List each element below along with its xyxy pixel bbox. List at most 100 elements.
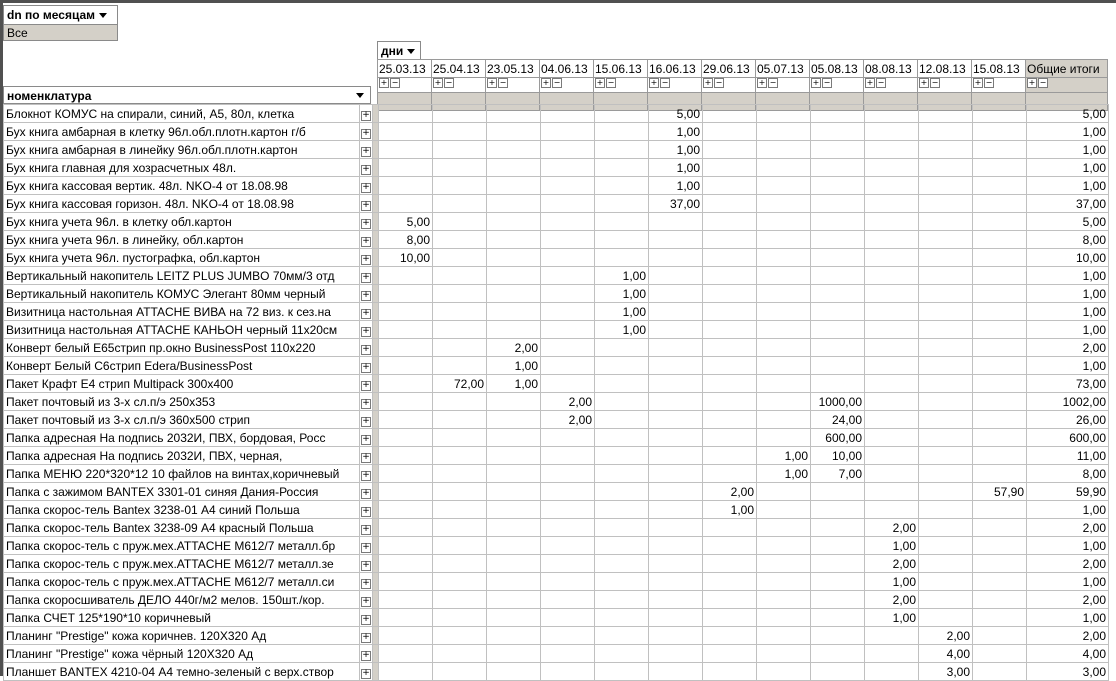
value-cell[interactable]: 1,00 bbox=[648, 140, 703, 159]
value-cell[interactable] bbox=[432, 644, 487, 663]
value-cell[interactable] bbox=[864, 266, 919, 285]
value-cell[interactable] bbox=[594, 356, 649, 375]
value-cell[interactable] bbox=[378, 500, 433, 519]
value-cell[interactable]: 7,00 bbox=[810, 464, 865, 483]
value-cell[interactable]: 2,00 bbox=[918, 626, 973, 645]
value-cell[interactable] bbox=[972, 338, 1027, 357]
expand-icon[interactable]: + bbox=[361, 633, 371, 643]
value-cell[interactable] bbox=[648, 644, 703, 663]
row-total-cell[interactable]: 1002,00 bbox=[1026, 392, 1109, 411]
value-cell[interactable] bbox=[594, 446, 649, 465]
value-cell[interactable] bbox=[540, 230, 595, 249]
value-cell[interactable]: 2,00 bbox=[540, 392, 595, 411]
value-cell[interactable] bbox=[756, 158, 811, 177]
value-cell[interactable] bbox=[648, 572, 703, 591]
value-cell[interactable] bbox=[648, 374, 703, 393]
value-cell[interactable] bbox=[972, 464, 1027, 483]
expand-icon[interactable]: + bbox=[361, 453, 371, 463]
value-cell[interactable] bbox=[648, 410, 703, 429]
row-label[interactable]: Папка МЕНЮ 220*320*12 10 файлов на винта… bbox=[3, 464, 360, 483]
row-total-cell[interactable]: 1,00 bbox=[1026, 302, 1109, 321]
value-cell[interactable] bbox=[864, 248, 919, 267]
value-cell[interactable] bbox=[648, 446, 703, 465]
date-column-header[interactable]: 12.08.13 bbox=[917, 59, 972, 78]
value-cell[interactable]: 57,90 bbox=[972, 482, 1027, 501]
value-cell[interactable] bbox=[378, 284, 433, 303]
value-cell[interactable] bbox=[378, 554, 433, 573]
value-cell[interactable] bbox=[648, 212, 703, 231]
value-cell[interactable] bbox=[756, 194, 811, 213]
expand-icon[interactable]: + bbox=[361, 291, 371, 301]
row-label[interactable]: Папка скорос-тель с пруж.мех.ATTACHE M61… bbox=[3, 554, 360, 573]
value-cell[interactable]: 2,00 bbox=[864, 554, 919, 573]
value-cell[interactable]: 5,00 bbox=[378, 212, 433, 231]
value-cell[interactable] bbox=[540, 644, 595, 663]
value-cell[interactable] bbox=[702, 320, 757, 339]
value-cell[interactable]: 8,00 bbox=[378, 230, 433, 249]
value-cell[interactable] bbox=[378, 626, 433, 645]
row-label[interactable]: Бух книга главная для хозрасчетных 48л. bbox=[3, 158, 360, 177]
chevron-down-icon[interactable] bbox=[99, 13, 108, 19]
expand-icon[interactable]: + bbox=[595, 78, 605, 88]
value-cell[interactable] bbox=[702, 410, 757, 429]
value-cell[interactable] bbox=[648, 230, 703, 249]
value-cell[interactable] bbox=[918, 140, 973, 159]
expand-icon[interactable]: + bbox=[361, 507, 371, 517]
value-cell[interactable] bbox=[594, 122, 649, 141]
value-cell[interactable]: 1,00 bbox=[756, 446, 811, 465]
value-cell[interactable] bbox=[702, 662, 757, 681]
value-cell[interactable] bbox=[810, 518, 865, 537]
value-cell[interactable]: 1,00 bbox=[594, 320, 649, 339]
value-cell[interactable] bbox=[378, 104, 433, 123]
value-cell[interactable]: 1,00 bbox=[594, 302, 649, 321]
value-cell[interactable] bbox=[972, 626, 1027, 645]
expand-icon[interactable]: + bbox=[361, 615, 371, 625]
value-cell[interactable]: 2,00 bbox=[864, 590, 919, 609]
row-total-cell[interactable]: 600,00 bbox=[1026, 428, 1109, 447]
value-cell[interactable] bbox=[810, 644, 865, 663]
value-cell[interactable] bbox=[864, 338, 919, 357]
row-label[interactable]: Бух книга амбарная в линейку 96л.обл.пло… bbox=[3, 140, 360, 159]
value-cell[interactable] bbox=[702, 626, 757, 645]
value-cell[interactable] bbox=[594, 230, 649, 249]
value-cell[interactable] bbox=[702, 266, 757, 285]
value-cell[interactable] bbox=[918, 518, 973, 537]
value-cell[interactable] bbox=[972, 428, 1027, 447]
value-cell[interactable] bbox=[378, 176, 433, 195]
row-total-cell[interactable]: 26,00 bbox=[1026, 410, 1109, 429]
collapse-icon[interactable]: − bbox=[1038, 78, 1048, 88]
value-cell[interactable] bbox=[864, 320, 919, 339]
value-cell[interactable] bbox=[432, 338, 487, 357]
value-cell[interactable] bbox=[594, 212, 649, 231]
value-cell[interactable] bbox=[756, 374, 811, 393]
value-cell[interactable] bbox=[702, 212, 757, 231]
value-cell[interactable] bbox=[918, 572, 973, 591]
value-cell[interactable] bbox=[486, 644, 541, 663]
value-cell[interactable] bbox=[432, 536, 487, 555]
row-total-cell[interactable]: 2,00 bbox=[1026, 518, 1109, 537]
value-cell[interactable] bbox=[432, 590, 487, 609]
value-cell[interactable] bbox=[702, 536, 757, 555]
value-cell[interactable] bbox=[864, 230, 919, 249]
value-cell[interactable] bbox=[378, 536, 433, 555]
value-cell[interactable] bbox=[432, 140, 487, 159]
value-cell[interactable] bbox=[486, 230, 541, 249]
value-cell[interactable] bbox=[702, 194, 757, 213]
value-cell[interactable] bbox=[864, 410, 919, 429]
value-cell[interactable] bbox=[810, 374, 865, 393]
value-cell[interactable] bbox=[378, 428, 433, 447]
row-total-cell[interactable]: 1,00 bbox=[1026, 266, 1109, 285]
value-cell[interactable] bbox=[756, 500, 811, 519]
row-total-cell[interactable]: 8,00 bbox=[1026, 230, 1109, 249]
value-cell[interactable] bbox=[594, 500, 649, 519]
value-cell[interactable] bbox=[486, 410, 541, 429]
value-cell[interactable] bbox=[648, 662, 703, 681]
value-cell[interactable] bbox=[378, 194, 433, 213]
date-column-header[interactable]: 16.06.13 bbox=[647, 59, 702, 78]
value-cell[interactable] bbox=[378, 518, 433, 537]
value-cell[interactable] bbox=[810, 554, 865, 573]
value-cell[interactable] bbox=[810, 248, 865, 267]
value-cell[interactable] bbox=[702, 176, 757, 195]
value-cell[interactable] bbox=[972, 122, 1027, 141]
value-cell[interactable] bbox=[540, 626, 595, 645]
